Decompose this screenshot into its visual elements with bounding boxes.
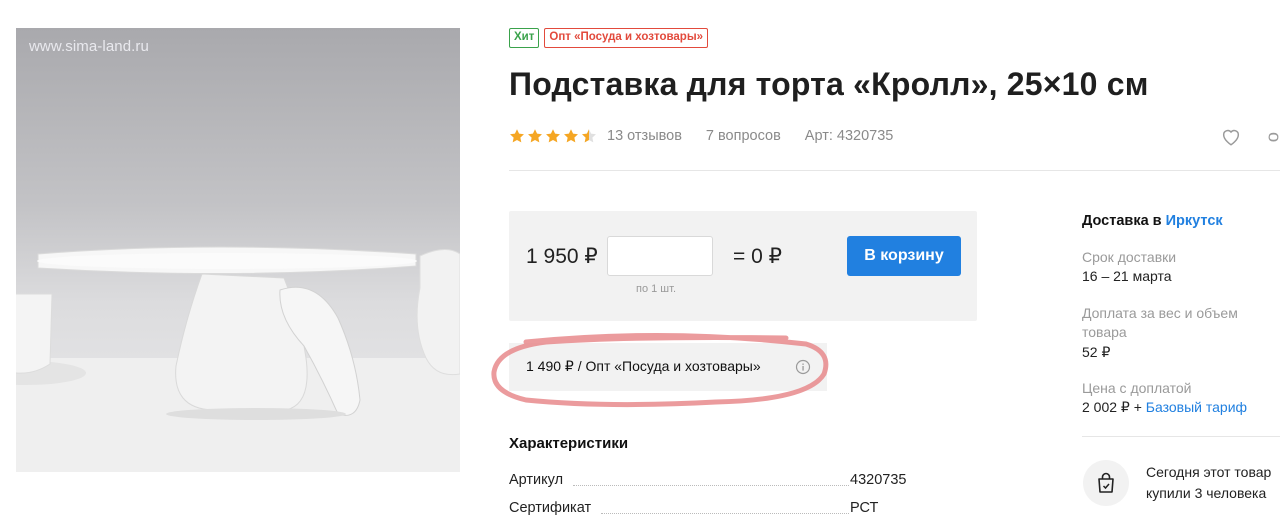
price-with-surcharge: 2 002 ₽ + Базовый тариф: [1082, 399, 1248, 415]
wholesale-badge[interactable]: Опт «Посуда и хозтовары»: [544, 28, 709, 48]
product-meta: 13 отзывов 7 вопросов Арт: 4320735: [509, 128, 893, 144]
hit-badge[interactable]: Хит: [509, 28, 540, 48]
surcharge-label: Доплата за вес и объем товара: [1082, 305, 1238, 340]
star-icon: [546, 129, 560, 143]
delivery-heading: Доставка в Иркутск: [1082, 213, 1223, 229]
char-key: Артикул: [509, 472, 564, 488]
char-value: РСТ: [850, 500, 879, 516]
compare-icon[interactable]: ᴑ: [1268, 126, 1279, 147]
delivery-term-value: 16 – 21 марта: [1082, 268, 1172, 284]
questions-link[interactable]: 7 вопросов: [706, 128, 781, 144]
price-with-surcharge-label: Цена с доплатой: [1082, 380, 1192, 396]
delivery-term-label: Срок доставки: [1082, 249, 1177, 265]
delivery-city-link[interactable]: Иркутск: [1166, 213, 1223, 229]
bought-today-text: Сегодня этот товар купили 3 человека: [1146, 464, 1272, 501]
surcharge-value: 52 ₽: [1082, 344, 1111, 360]
reviews-link[interactable]: 13 отзывов: [607, 128, 682, 144]
add-to-cart-button[interactable]: В корзину: [847, 236, 961, 276]
quantity-hint: по 1 шт.: [636, 283, 677, 295]
product-image[interactable]: www.sima-land.ru: [16, 28, 460, 472]
delivery-divider: [1082, 436, 1280, 437]
rating-stars[interactable]: [509, 128, 597, 144]
annotation-circle: [491, 332, 829, 408]
char-value: 4320735: [850, 472, 907, 488]
shopping-bag-badge: [1083, 460, 1129, 506]
unit-price: 1 950 ₽: [526, 245, 598, 268]
characteristics-title: Характеристики: [509, 435, 629, 452]
header-divider: [509, 170, 1280, 171]
star-icon: [510, 129, 524, 143]
product-title: Подставка для торта «Кролл», 25×10 см: [509, 66, 1149, 102]
article-number: Арт: 4320735: [804, 128, 894, 144]
base-tariff-link[interactable]: Базовый тариф: [1146, 399, 1247, 415]
shopping-bag-icon: [1098, 472, 1114, 493]
total-price: = 0 ₽: [733, 245, 782, 268]
star-icon: [564, 129, 578, 143]
photo-watermark: www.sima-land.ru: [29, 38, 149, 55]
star-icon: [528, 129, 542, 143]
product-photo-illustration: [16, 246, 460, 472]
char-key: Сертификат: [509, 500, 592, 516]
favorite-heart-icon[interactable]: [1220, 126, 1242, 148]
quantity-input[interactable]: [607, 236, 713, 276]
purchase-panel: 1 950 ₽ по 1 шт. = 0 ₽ В корзину: [509, 211, 977, 321]
star-half-icon: [582, 129, 596, 143]
product-badges: Хит Опт «Посуда и хозтовары»: [509, 28, 709, 48]
